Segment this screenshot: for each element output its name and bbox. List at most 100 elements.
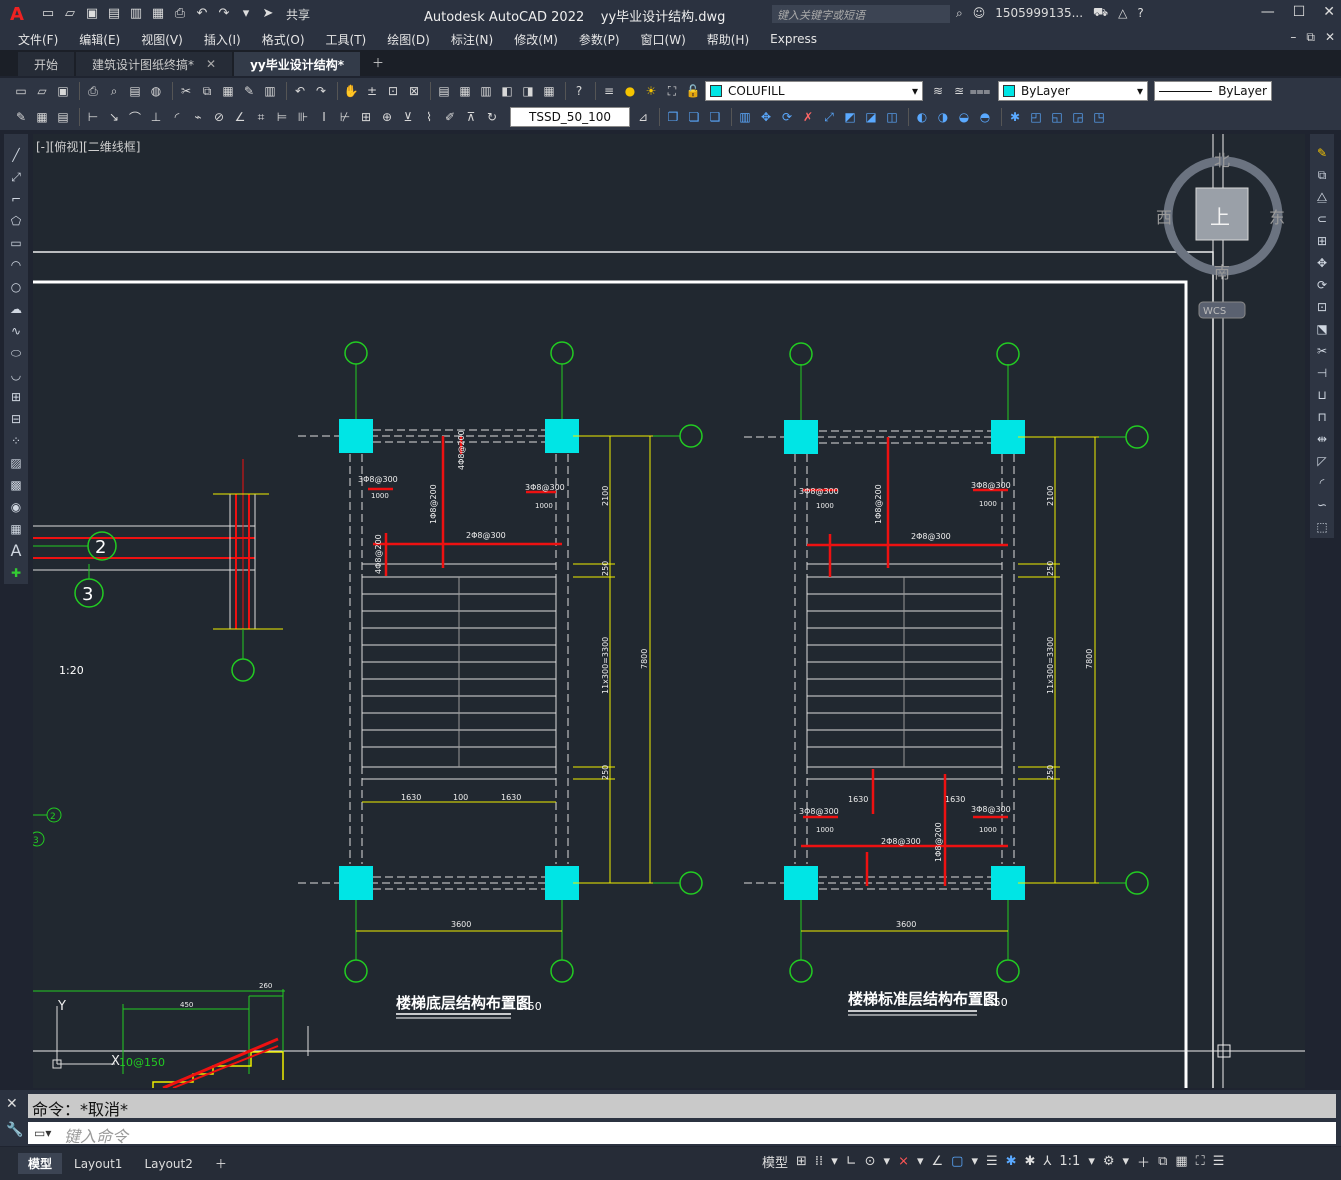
help-icon[interactable]: ?	[1137, 6, 1143, 20]
menu-window[interactable]: 窗口(W)	[641, 31, 686, 48]
point-icon[interactable]: ⁘	[11, 430, 21, 452]
break-icon[interactable]: ⊓	[1317, 406, 1326, 428]
layout-tab-layout1[interactable]: Layout1	[64, 1155, 132, 1173]
chevron-down-icon[interactable]: ▾	[884, 1154, 891, 1169]
publish-icon[interactable]: ▤	[126, 82, 144, 100]
tab-structure[interactable]: yy毕业设计结构*	[234, 52, 361, 76]
properties-icon[interactable]: ▤	[435, 82, 453, 100]
paste-icon[interactable]: ▦	[219, 82, 237, 100]
maximize-icon[interactable]: ☐	[1293, 4, 1306, 20]
center-mark-icon[interactable]: ⊕	[378, 108, 396, 126]
model-space-button[interactable]: 模型	[762, 1152, 788, 1171]
polar-icon[interactable]: ⊙	[865, 1154, 876, 1169]
tolerance-icon[interactable]: ⊞	[357, 108, 375, 126]
menu-dimension[interactable]: 标注(N)	[451, 31, 493, 48]
edit-icon[interactable]: ✎	[12, 108, 30, 126]
globe-icon[interactable]: ◍	[147, 82, 165, 100]
fillet-icon[interactable]: ◓	[976, 108, 994, 126]
isodraft-icon[interactable]: ⨯	[898, 1154, 909, 1169]
dim-space-icon[interactable]: I	[315, 108, 333, 126]
layer-previous-icon[interactable]: ≊	[950, 82, 968, 100]
copy-icon[interactable]: ⧉	[1318, 164, 1327, 186]
dim-break-icon[interactable]: ⊬	[336, 108, 354, 126]
dropdown-icon[interactable]: ▾	[238, 6, 254, 22]
jogged-dim-icon[interactable]: ⌁	[189, 108, 207, 126]
circle-icon[interactable]: ○	[11, 276, 21, 298]
spline-icon[interactable]: ∿	[11, 320, 21, 342]
snap-icon[interactable]: ⁞⁞	[815, 1154, 823, 1169]
command-input[interactable]: 键入命令	[28, 1122, 1336, 1146]
ellipse-icon[interactable]: ⬭	[11, 342, 21, 364]
trim-icon[interactable]: ✂	[1317, 340, 1327, 362]
rectangle-icon[interactable]: ▭	[10, 232, 21, 254]
scale-icon[interactable]: ⊡	[1317, 296, 1327, 318]
gear-icon[interactable]: ⚙	[1103, 1154, 1115, 1169]
redo-icon[interactable]: ↷	[216, 6, 232, 22]
tab-start[interactable]: 开始	[18, 52, 75, 76]
move-icon[interactable]: ✥	[1317, 252, 1327, 274]
add-tab-icon[interactable]: ＋	[362, 49, 394, 76]
annotation-scale-icon[interactable]: ⅄	[1043, 1154, 1051, 1169]
autodesk-icon[interactable]: △	[1118, 6, 1127, 20]
object-snap-tracking-icon[interactable]: ∠	[932, 1154, 944, 1169]
arc-length-icon[interactable]: ⌒	[126, 108, 144, 126]
join-icon[interactable]: ⇹	[1317, 428, 1327, 450]
ungroup-icon[interactable]: ◱	[1048, 108, 1066, 126]
explode-icon[interactable]: ⬚	[1316, 516, 1327, 538]
fillet-icon[interactable]: ◜	[1320, 472, 1325, 494]
array-icon[interactable]: ⊞	[1317, 230, 1327, 252]
extend-icon[interactable]: ◫	[883, 108, 901, 126]
menu-express[interactable]: Express	[770, 32, 817, 46]
chevron-down-icon[interactable]: ▾	[1088, 1154, 1095, 1169]
help-icon[interactable]: ?	[570, 82, 588, 100]
mirror-icon[interactable]: ❏	[685, 108, 703, 126]
customize-icon[interactable]: ☰	[1213, 1154, 1225, 1169]
undo-icon[interactable]: ↶	[291, 82, 309, 100]
line-icon[interactable]: ╱	[12, 144, 19, 166]
stretch-icon[interactable]: ⬔	[1316, 318, 1327, 340]
ellipse-arc-icon[interactable]: ◡	[11, 364, 21, 386]
viewcube-top-label[interactable]: 上	[1210, 205, 1230, 229]
dim-style-dropdown[interactable]: TSSD_50_100	[510, 107, 630, 127]
doc-close-icon[interactable]: ✕	[1325, 30, 1335, 45]
menu-view[interactable]: 视图(V)	[141, 31, 183, 48]
group-icon[interactable]: ◰	[1027, 108, 1045, 126]
jogged-linear-icon[interactable]: ⌇	[420, 108, 438, 126]
chamfer-icon[interactable]: ◸	[1317, 450, 1326, 472]
polyline-icon[interactable]: ⌐	[11, 188, 21, 210]
menu-format[interactable]: 格式(O)	[262, 31, 305, 48]
linetype-dropdown[interactable]: ByLayer	[1154, 81, 1272, 101]
color-dropdown[interactable]: ByLayer ▾	[998, 81, 1148, 101]
isolate-icon[interactable]: ⧉	[1158, 1154, 1167, 1169]
add-selected-icon[interactable]: ✚	[11, 562, 21, 584]
chevron-down-icon[interactable]: ▾	[971, 1154, 978, 1169]
print-icon[interactable]: ⎙	[172, 6, 188, 22]
hardware-acceleration-icon[interactable]: ▦	[1175, 1154, 1187, 1169]
undo-icon[interactable]: ↶	[194, 6, 210, 22]
diameter-dim-icon[interactable]: ⊘	[210, 108, 228, 126]
print-icon[interactable]: ⎙	[84, 82, 102, 100]
annotation-visibility-icon[interactable]: ✱	[1006, 1154, 1017, 1169]
dim-style-icon[interactable]: ⊿	[634, 108, 652, 126]
viewcube-north[interactable]: 北	[1214, 151, 1230, 170]
move-icon[interactable]: ✥	[757, 108, 775, 126]
plot-icon[interactable]: ▦	[150, 6, 166, 22]
table-icon[interactable]: ▦	[10, 518, 21, 540]
copy-object-icon[interactable]: ❐	[664, 108, 682, 126]
insert-block-icon[interactable]: ⊞	[11, 386, 21, 408]
new-icon[interactable]: ▭	[12, 82, 30, 100]
search-icon[interactable]: ⌕	[956, 6, 963, 21]
open-icon[interactable]: ▱	[62, 6, 78, 22]
dim-update-icon[interactable]: ↻	[483, 108, 501, 126]
layout-tab-model[interactable]: 模型	[18, 1153, 63, 1174]
chevron-down-icon[interactable]: ▾	[831, 1154, 838, 1169]
layout-tab-layout2[interactable]: Layout2	[134, 1155, 202, 1173]
menu-draw[interactable]: 绘图(D)	[387, 31, 430, 48]
new-icon[interactable]: ▭	[40, 6, 56, 22]
ortho-icon[interactable]: ∟	[846, 1154, 857, 1169]
block-editor-icon[interactable]: ▥	[261, 82, 279, 100]
calculator-icon[interactable]: ▦	[540, 82, 558, 100]
command-prompt-icon[interactable]: ▭▾	[34, 1126, 51, 1140]
tab-architecture[interactable]: 建筑设计图纸终搞* ✕	[76, 52, 233, 76]
array-icon[interactable]: ▥	[736, 108, 754, 126]
